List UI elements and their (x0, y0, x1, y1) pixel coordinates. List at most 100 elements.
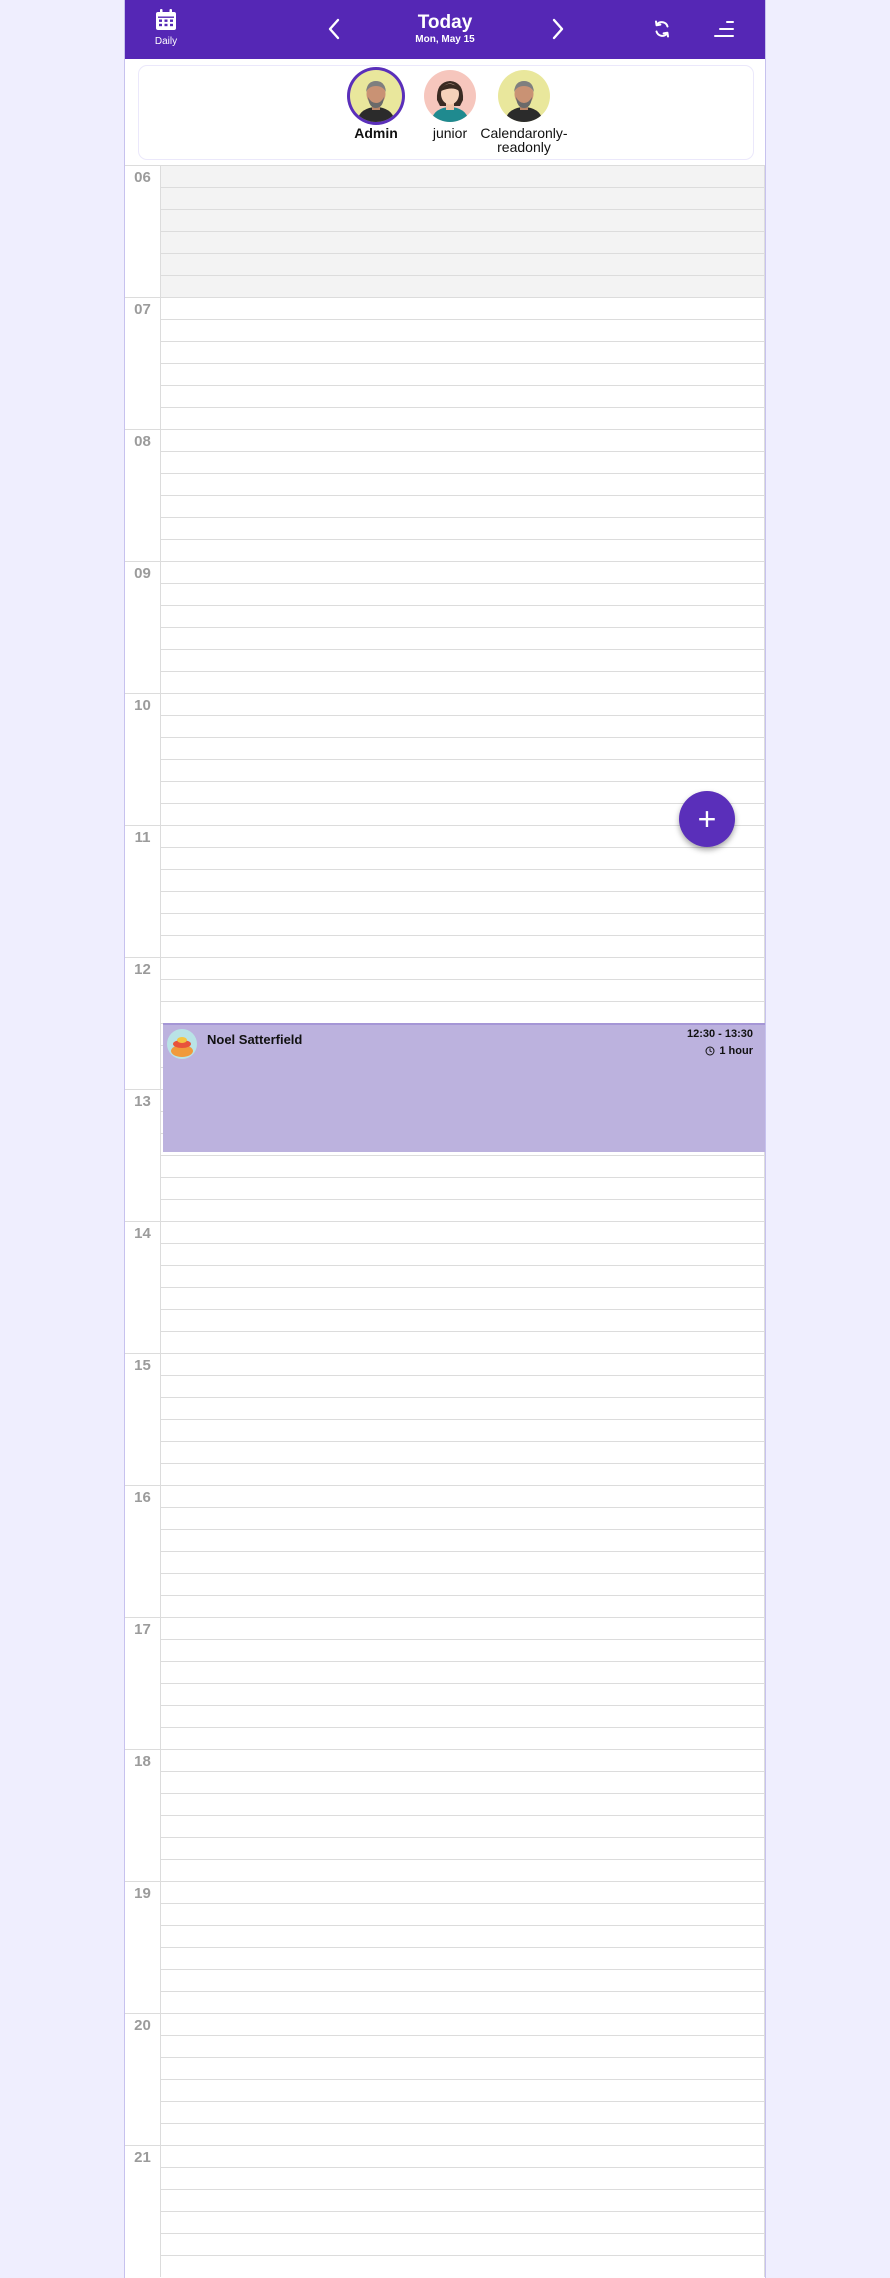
time-slot[interactable] (161, 1903, 765, 1925)
time-slot[interactable] (161, 187, 765, 209)
time-slot[interactable] (161, 2057, 765, 2079)
user-calendaronly-readonly[interactable]: Calendaronly-readonly (479, 70, 569, 154)
time-slot[interactable] (161, 1463, 765, 1485)
time-slot[interactable] (161, 2189, 765, 2211)
time-slot[interactable] (161, 2013, 765, 2035)
time-slot[interactable] (161, 451, 765, 473)
time-slot[interactable] (161, 1419, 765, 1441)
hour-label: 18 (125, 1749, 161, 1881)
time-slot[interactable] (161, 1375, 765, 1397)
time-slot[interactable] (161, 495, 765, 517)
time-slot[interactable] (161, 759, 765, 781)
time-slot[interactable] (161, 957, 765, 979)
time-slot[interactable] (161, 385, 765, 407)
time-slot[interactable] (161, 2255, 765, 2277)
time-slot[interactable] (161, 2233, 765, 2255)
time-slot[interactable] (161, 1749, 765, 1771)
time-slot[interactable] (161, 869, 765, 891)
time-slot[interactable] (161, 1815, 765, 1837)
time-slot[interactable] (161, 1221, 765, 1243)
time-slot[interactable] (161, 627, 765, 649)
time-slot[interactable] (161, 1001, 765, 1023)
time-slot[interactable] (161, 847, 765, 869)
time-slot[interactable] (161, 1837, 765, 1859)
time-slot[interactable] (161, 1199, 765, 1221)
time-slot[interactable] (161, 1529, 765, 1551)
time-slot[interactable] (161, 1287, 765, 1309)
time-slot[interactable] (161, 561, 765, 583)
time-slot[interactable] (161, 1793, 765, 1815)
time-slot[interactable] (161, 1309, 765, 1331)
time-slot[interactable] (161, 231, 765, 253)
time-slot[interactable] (161, 209, 765, 231)
time-slot[interactable] (161, 1243, 765, 1265)
time-slot[interactable] (161, 1881, 765, 1903)
time-slot[interactable] (161, 1727, 765, 1749)
time-slot[interactable] (161, 275, 765, 297)
time-slot[interactable] (161, 1353, 765, 1375)
hour-label: 06 (125, 165, 161, 297)
time-slot[interactable] (161, 297, 765, 319)
time-slot[interactable] (161, 1771, 765, 1793)
time-slot[interactable] (161, 429, 765, 451)
time-slot[interactable] (161, 1177, 765, 1199)
time-slot[interactable] (161, 2079, 765, 2101)
time-slot[interactable] (161, 1617, 765, 1639)
time-slot[interactable] (161, 715, 765, 737)
appointment-block[interactable]: Noel Satterfield 12:30 - 13:30 1 hour (163, 1023, 765, 1152)
view-switch-button[interactable]: Daily (143, 8, 189, 52)
next-day-button[interactable] (543, 14, 573, 44)
time-slot[interactable] (161, 2101, 765, 2123)
time-slot[interactable] (161, 1551, 765, 1573)
time-slot[interactable] (161, 935, 765, 957)
time-slot[interactable] (161, 407, 765, 429)
time-slot[interactable] (161, 737, 765, 759)
date-title[interactable]: Today Mon, May 15 (345, 12, 545, 45)
menu-button[interactable] (711, 16, 737, 42)
time-slot[interactable] (161, 473, 765, 495)
time-slot[interactable] (161, 1397, 765, 1419)
time-slot[interactable] (161, 693, 765, 715)
time-slot[interactable] (161, 1485, 765, 1507)
time-slot[interactable] (161, 913, 765, 935)
time-slot[interactable] (161, 979, 765, 1001)
time-slot[interactable] (161, 1595, 765, 1617)
time-slot[interactable] (161, 253, 765, 275)
time-slot[interactable] (161, 1639, 765, 1661)
time-slot[interactable] (161, 1991, 765, 2013)
time-slot[interactable] (161, 1683, 765, 1705)
time-slot[interactable] (161, 583, 765, 605)
time-slot[interactable] (161, 2211, 765, 2233)
time-slot[interactable] (161, 671, 765, 693)
time-slot[interactable] (161, 825, 765, 847)
time-slot[interactable] (161, 1661, 765, 1683)
time-slot[interactable] (161, 1507, 765, 1529)
time-slot[interactable] (161, 1947, 765, 1969)
time-slot[interactable] (161, 341, 765, 363)
time-slot[interactable] (161, 781, 765, 803)
time-slot[interactable] (161, 1155, 765, 1177)
time-slot[interactable] (161, 891, 765, 913)
time-slot[interactable] (161, 2123, 765, 2145)
time-slot[interactable] (161, 1331, 765, 1353)
time-slot[interactable] (161, 1969, 765, 1991)
time-slot[interactable] (161, 539, 765, 561)
add-appointment-button[interactable]: + (679, 791, 735, 847)
time-slot[interactable] (161, 2035, 765, 2057)
time-slot[interactable] (161, 517, 765, 539)
time-slot[interactable] (161, 649, 765, 671)
time-slot[interactable] (161, 803, 765, 825)
time-slot[interactable] (161, 1573, 765, 1595)
time-slot[interactable] (161, 363, 765, 385)
time-slot[interactable] (161, 1705, 765, 1727)
time-slot[interactable] (161, 165, 765, 187)
time-slot[interactable] (161, 1859, 765, 1881)
time-slot[interactable] (161, 1265, 765, 1287)
time-slot[interactable] (161, 319, 765, 341)
refresh-button[interactable] (649, 16, 675, 42)
time-slot[interactable] (161, 1925, 765, 1947)
time-slot[interactable] (161, 2145, 765, 2167)
time-slot[interactable] (161, 2167, 765, 2189)
time-slot[interactable] (161, 1441, 765, 1463)
time-slot[interactable] (161, 605, 765, 627)
